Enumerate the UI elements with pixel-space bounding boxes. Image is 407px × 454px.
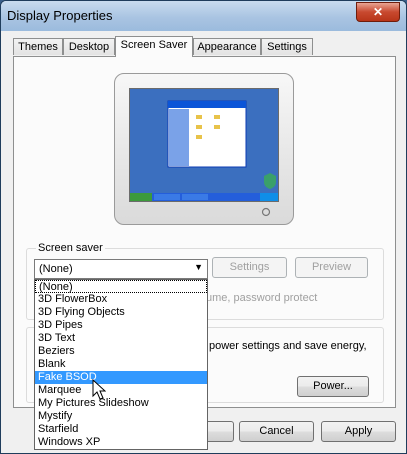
preview-desktop-image bbox=[130, 89, 278, 201]
option-none[interactable]: (None) bbox=[35, 280, 207, 293]
tab-desktop[interactable]: Desktop bbox=[63, 38, 115, 55]
option-mystify[interactable]: Mystify bbox=[35, 410, 207, 423]
tab-screen-saver[interactable]: Screen Saver bbox=[115, 36, 193, 57]
title-bar[interactable]: Display Properties ✕ bbox=[1, 1, 406, 31]
tab-appearance[interactable]: Appearance bbox=[193, 38, 261, 55]
apply-button[interactable]: Apply bbox=[321, 421, 396, 442]
option-3d-pipes[interactable]: 3D Pipes bbox=[35, 319, 207, 332]
option-starfield[interactable]: Starfield bbox=[35, 423, 207, 436]
screen-saver-select-value: (None) bbox=[39, 263, 73, 275]
preview-button[interactable]: Preview bbox=[295, 257, 368, 278]
option-3d-flying-objects[interactable]: 3D Flying Objects bbox=[35, 306, 207, 319]
cancel-button[interactable]: Cancel bbox=[239, 421, 314, 442]
window-title: Display Properties bbox=[7, 8, 113, 23]
screen-saver-group-label: Screen saver bbox=[36, 242, 105, 254]
option-fake-bsod[interactable]: Fake BSOD bbox=[35, 371, 207, 384]
tab-settings[interactable]: Settings bbox=[261, 38, 313, 55]
preview-screen bbox=[129, 88, 279, 202]
screen-saver-dropdown-list[interactable]: (None) 3D FlowerBox 3D Flying Objects 3D… bbox=[34, 279, 208, 450]
power-button[interactable]: Power... bbox=[297, 376, 369, 397]
option-my-pictures-slideshow[interactable]: My Pictures Slideshow bbox=[35, 397, 207, 410]
option-3d-flowerbox[interactable]: 3D FlowerBox bbox=[35, 293, 207, 306]
option-beziers[interactable]: Beziers bbox=[35, 345, 207, 358]
wait-password-text: ume, password protect bbox=[206, 292, 318, 304]
monitor-preview bbox=[114, 73, 294, 225]
monitor-power-icon bbox=[261, 207, 271, 217]
option-blank[interactable]: Blank bbox=[35, 358, 207, 371]
tab-themes[interactable]: Themes bbox=[13, 38, 63, 55]
option-3d-text[interactable]: 3D Text bbox=[35, 332, 207, 345]
mouse-cursor-icon bbox=[92, 379, 106, 400]
power-description: power settings and save energy, bbox=[209, 340, 367, 352]
option-windows-xp[interactable]: Windows XP bbox=[35, 436, 207, 449]
screen-saver-select[interactable]: (None) ▼ bbox=[34, 259, 208, 279]
close-button[interactable]: ✕ bbox=[356, 2, 400, 22]
option-marquee[interactable]: Marquee bbox=[35, 384, 207, 397]
settings-button[interactable]: Settings bbox=[212, 257, 287, 278]
chevron-down-icon[interactable]: ▼ bbox=[194, 262, 203, 272]
display-properties-window: Display Properties ✕ Themes Desktop Scre… bbox=[0, 0, 407, 454]
